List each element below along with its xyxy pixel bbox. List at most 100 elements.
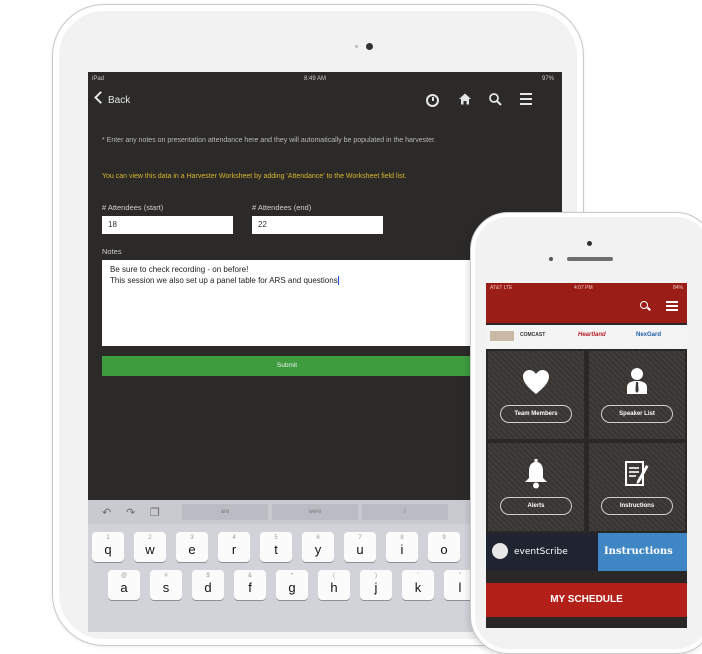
status-time: 8:49 AM [304, 76, 327, 82]
bell-icon [525, 459, 547, 489]
key-char: i [400, 542, 404, 557]
iphone-speaker [567, 257, 613, 261]
sponsor-logo-icon [490, 331, 514, 341]
key-char: a [120, 580, 128, 595]
notes-line-with-cursor: This session we also set up a panel tabl… [110, 275, 464, 286]
key-char: o [440, 542, 448, 557]
status-time: 4:07 PM [574, 285, 593, 291]
key-char: y [314, 542, 322, 557]
key-char: u [356, 542, 364, 557]
sponsor-heartland: Heartland [578, 332, 606, 338]
key-char: d [204, 580, 212, 595]
key-i[interactable]: 8i [386, 532, 418, 562]
key-w[interactable]: 2w [134, 532, 166, 562]
eventscribe-logo-icon [492, 543, 508, 559]
tile-speaker-list[interactable]: Speaker List [589, 351, 685, 439]
chevron-left-icon [94, 91, 107, 104]
app-header: AT&T LTE 4:07 PM 84% [486, 283, 687, 323]
back-label: Back [108, 95, 131, 106]
key-r[interactable]: 4r [218, 532, 250, 562]
key-j[interactable]: ) j [360, 570, 392, 600]
iphone-screen: AT&T LTE 4:07 PM 84% COMCAST Heartland N… [486, 283, 687, 628]
back-button[interactable]: Back [94, 91, 131, 106]
sponsor-strip: COMCAST Heartland NexGard [486, 325, 687, 349]
menu-icon[interactable] [520, 92, 534, 106]
status-battery: 84% [672, 285, 683, 291]
ipad-sensor [355, 45, 358, 48]
iphone-device: AT&T LTE 4:07 PM 84% COMCAST Heartland N… [470, 212, 702, 654]
key-char: e [188, 542, 196, 557]
notes-label: Notes [102, 247, 122, 256]
attendees-start-label: # Attendees (start) [102, 203, 164, 212]
suggestion-2[interactable]: were [272, 504, 358, 520]
key-u[interactable]: 7u [344, 532, 376, 562]
ipad-status-bar: iPad 8:49 AM 97% [88, 72, 562, 86]
search-icon[interactable] [488, 92, 502, 106]
tile-instructions[interactable]: Instructions [589, 443, 685, 531]
key-char: h [330, 580, 338, 595]
key-s[interactable]: # s [150, 570, 182, 600]
tile-label: Alerts [500, 497, 572, 515]
key-e[interactable]: 3e [176, 532, 208, 562]
menu-line [520, 93, 532, 95]
key-char: r [231, 542, 237, 557]
sponsor-comcast: COMCAST [520, 332, 546, 338]
tile-label: Team Members [500, 405, 572, 423]
tile-label: Speaker List [601, 405, 673, 423]
key-t[interactable]: 5t [260, 532, 292, 562]
notes-line: Be sure to check recording - on before! [110, 265, 249, 274]
key-char: q [104, 542, 112, 557]
text-cursor [337, 276, 339, 286]
attendees-start-input[interactable]: 18 [102, 216, 233, 234]
suggestion-1[interactable]: are [182, 504, 268, 520]
key-h[interactable]: (h [318, 570, 350, 600]
undo-icon[interactable]: ↶ [102, 506, 111, 519]
clock-check-icon[interactable] [426, 94, 439, 107]
attendees-end-label: # Attendees (end) [252, 203, 312, 212]
key-char: t [274, 542, 278, 557]
notes-line: This session we also set up a panel tabl… [110, 276, 338, 285]
key-o[interactable]: 9o [428, 532, 460, 562]
ipad-camera [366, 43, 373, 50]
iphone-camera [587, 241, 592, 246]
eventscribe-brand-panel: eventScribe [486, 533, 598, 571]
notes-textarea[interactable]: Be sure to check recording - on before! … [102, 260, 472, 346]
key-f[interactable]: & f [234, 570, 266, 600]
paste-icon[interactable]: ❐ [150, 506, 160, 519]
submit-button[interactable]: Submit [102, 356, 472, 376]
attendance-instructions: * Enter any notes on presentation attend… [102, 137, 436, 144]
search-icon[interactable] [640, 301, 648, 309]
key-k[interactable]: ' k [402, 570, 434, 600]
key-g[interactable]: * g [276, 570, 308, 600]
key-char: j [374, 580, 378, 595]
key-char: k [414, 580, 422, 595]
tile-team-members[interactable]: Team Members [488, 351, 584, 439]
iphone-sensor [549, 257, 553, 261]
suggestion-3[interactable]: I [362, 504, 448, 520]
menu-icon[interactable] [666, 301, 678, 313]
speaker-person-icon [627, 368, 647, 394]
key-y[interactable]: 6y [302, 532, 334, 562]
sponsor-nexgard: NexGard [636, 332, 662, 338]
status-battery: 97% [541, 76, 554, 82]
ipad-nav-bar: Back [88, 88, 562, 112]
eventscribe-banner[interactable]: eventScribe Instructions [486, 533, 687, 571]
home-icon[interactable] [458, 92, 472, 106]
menu-line [520, 98, 532, 100]
tile-alerts[interactable]: Alerts [488, 443, 584, 531]
key-char: w [145, 542, 155, 557]
banner-instructions-label: Instructions [604, 546, 673, 557]
harvester-tip: You can view this data in a Harvester Wo… [102, 173, 407, 180]
status-carrier: iPad [92, 76, 105, 82]
edit-note-icon [625, 461, 649, 486]
heart-icon [523, 370, 549, 394]
attendees-end-input[interactable]: 22 [252, 216, 383, 234]
key-a[interactable]: @ a [108, 570, 140, 600]
menu-line [520, 103, 532, 105]
key-d[interactable]: $ d [192, 570, 224, 600]
key-char: f [248, 580, 252, 595]
key-char: s [162, 580, 170, 595]
key-q[interactable]: 1q [92, 532, 124, 562]
my-schedule-button[interactable]: MY SCHEDULE [486, 583, 687, 617]
redo-icon[interactable]: ↷ [126, 506, 135, 519]
